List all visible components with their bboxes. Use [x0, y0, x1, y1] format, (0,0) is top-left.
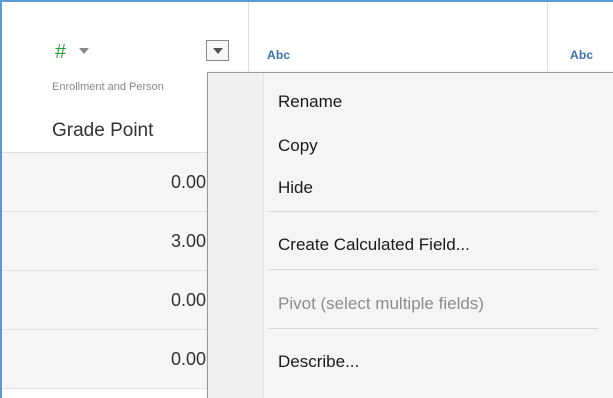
- data-grid: # Enrollment and Person Grade Point Abc …: [0, 0, 613, 398]
- menu-item-describe[interactable]: Describe...: [278, 352, 359, 372]
- string-type-icon[interactable]: Abc: [267, 48, 290, 62]
- menu-icon-gutter: [208, 73, 264, 398]
- menu-item-pivot: Pivot (select multiple fields): [278, 294, 484, 313]
- menu-item-rename[interactable]: Rename: [278, 92, 342, 112]
- cell-value: 0.00: [170, 172, 206, 192]
- cell-value: 3.00: [170, 231, 206, 251]
- cell-value: 0.00: [170, 349, 206, 369]
- column-menu-button[interactable]: [206, 40, 229, 61]
- menu-item-create-calculated-field[interactable]: Create Calculated Field...: [278, 235, 470, 255]
- chevron-down-icon: [213, 48, 223, 54]
- menu-separator: [268, 211, 598, 212]
- menu-item-copy[interactable]: Copy: [278, 136, 318, 156]
- column-field-name[interactable]: Grade Point: [52, 120, 153, 142]
- chevron-down-icon[interactable]: [79, 48, 89, 54]
- menu-item-hide[interactable]: Hide: [278, 178, 313, 198]
- cell-value: 0.00: [170, 290, 206, 310]
- menu-separator: [268, 328, 598, 329]
- hash-icon[interactable]: #: [55, 42, 66, 62]
- menu-separator: [268, 269, 598, 270]
- string-type-icon[interactable]: Abc: [570, 48, 593, 62]
- column-source-label: Enrollment and Person: [52, 81, 164, 93]
- column-context-menu: Rename Copy Hide Create Calculated Field…: [207, 72, 613, 398]
